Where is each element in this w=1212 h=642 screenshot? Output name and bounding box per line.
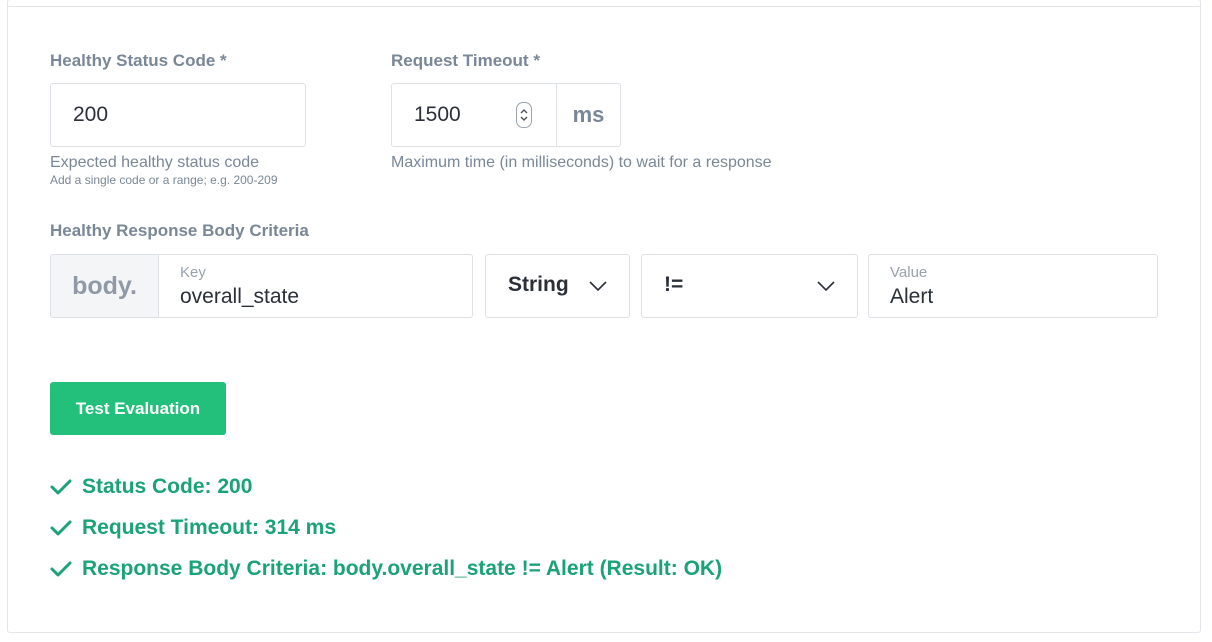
value-field-value: Alert (890, 285, 934, 308)
divider (8, 6, 1200, 7)
type-select-value: String (508, 273, 569, 296)
checkmark-icon (50, 479, 72, 495)
status-code-value: 200 (73, 103, 109, 126)
criteria-operator-select[interactable]: != (641, 254, 858, 318)
checkmark-icon (50, 520, 72, 536)
test-evaluation-button[interactable]: Test Evaluation (50, 382, 226, 435)
request-timeout-label: Request Timeout * (391, 51, 540, 70)
result-text: Request Timeout: 314 ms (82, 516, 337, 539)
criteria-type-select[interactable]: String (485, 254, 630, 318)
chevron-down-icon (589, 281, 607, 292)
criteria-key-input[interactable]: Key overall_state (158, 254, 473, 318)
result-body-criteria: Response Body Criteria: body.overall_sta… (50, 556, 722, 582)
result-request-timeout: Request Timeout: 314 ms (50, 515, 336, 541)
timeout-unit-addon: ms (556, 83, 621, 147)
request-timeout-input[interactable]: 1500 (391, 83, 557, 147)
status-code-help: Expected healthy status code (50, 154, 260, 171)
key-field-label: Key (180, 264, 206, 281)
request-timeout-help: Maximum time (in milliseconds) to wait f… (391, 154, 772, 171)
status-code-input[interactable]: 200 (50, 83, 306, 147)
key-field-value: overall_state (180, 285, 300, 308)
status-code-label: Healthy Status Code * (50, 51, 227, 70)
body-criteria-label: Healthy Response Body Criteria (50, 221, 309, 240)
spinner-arrows-icon (520, 109, 528, 121)
checkmark-icon (50, 561, 72, 577)
value-field-label: Value (890, 264, 928, 281)
operator-select-value: != (664, 273, 684, 296)
result-status-code: Status Code: 200 (50, 474, 252, 500)
result-text: Status Code: 200 (82, 475, 253, 498)
request-timeout-value: 1500 (414, 103, 461, 126)
number-stepper[interactable] (516, 102, 532, 128)
result-text: Response Body Criteria: body.overall_sta… (82, 557, 723, 580)
chevron-down-icon (817, 281, 835, 292)
status-code-help-small: Add a single code or a range; e.g. 200-2… (50, 173, 278, 187)
body-prefix-addon: body. (50, 254, 159, 318)
criteria-value-input[interactable]: Value Alert (868, 254, 1158, 318)
